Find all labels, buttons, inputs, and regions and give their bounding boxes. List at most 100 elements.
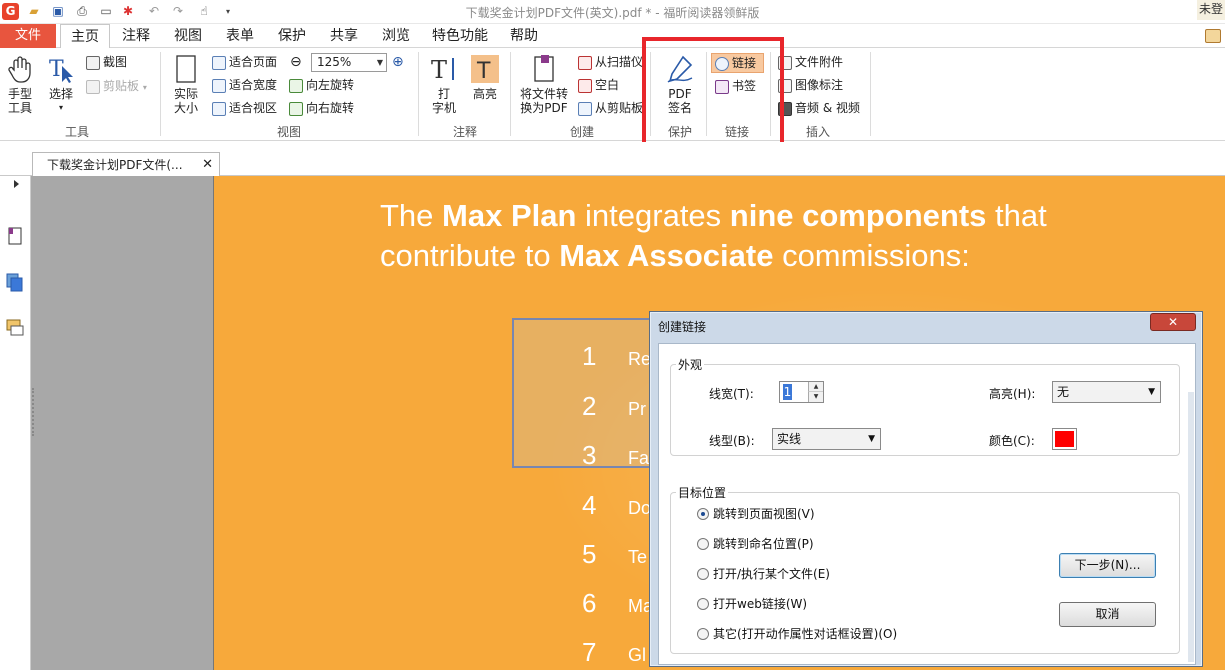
file-attachment-button[interactable]: 文件附件 <box>778 52 843 72</box>
audio-video-button[interactable]: 音频 & 视频 <box>778 98 860 118</box>
clipboard-button[interactable]: 剪贴板 ▾ <box>86 76 147 96</box>
expand-panel-icon[interactable] <box>14 180 19 188</box>
tab-share[interactable]: 共享 <box>320 24 368 48</box>
tab-view[interactable]: 视图 <box>164 24 212 48</box>
tab-form[interactable]: 表单 <box>216 24 264 48</box>
target-legend: 目标位置 <box>676 484 729 501</box>
screenshot-label: 截图 <box>103 55 128 69</box>
rotate-left-button[interactable]: 向左旋转 <box>289 75 354 95</box>
headline-text: commissions: <box>773 238 970 273</box>
item-number: 7 <box>582 637 597 667</box>
select-tool-button[interactable]: T 选择 ▾ <box>44 54 78 115</box>
line-width-value[interactable]: 1 <box>783 384 792 400</box>
radio-icon <box>697 537 709 550</box>
list-item: 2 Pr <box>582 391 646 422</box>
item-number: 6 <box>582 588 597 618</box>
dialog-scroll-strip <box>1188 392 1194 662</box>
create-link-dialog: 创建链接 ✕ 外观 线宽(T): 1 ▲ ▼ 高亮(H): 无 ▼ 线型(B): … <box>649 311 1203 667</box>
radio-web-link[interactable]: 打开web链接(W) <box>697 596 807 612</box>
actual-size-label: 实际 大小 <box>173 87 198 115</box>
typewriter-icon: T <box>431 56 454 84</box>
svg-text:T: T <box>49 57 64 82</box>
highlight-mode-select[interactable]: 无 ▼ <box>1052 381 1161 403</box>
tab-features[interactable]: 特色功能 <box>422 24 498 48</box>
radio-selected-icon <box>697 507 709 520</box>
from-scanner-button[interactable]: 从扫描仪 <box>578 52 643 72</box>
actual-size-button[interactable]: 实际 大小 <box>168 54 204 115</box>
group-label-view: 视图 <box>276 125 301 139</box>
radio-other-action[interactable]: 其它(打开动作属性对话框设置)(O) <box>697 626 897 642</box>
side-panel <box>31 176 214 670</box>
rotate-left-label: 向左旋转 <box>306 78 355 92</box>
select-dropdown-icon: ▾ <box>58 103 63 112</box>
hand-tool-button[interactable]: 手型 工具 <box>2 54 38 115</box>
tab-protect[interactable]: 保护 <box>268 24 316 48</box>
item-text: Pr <box>628 399 646 419</box>
audio-video-label: 音频 & 视频 <box>795 101 860 115</box>
ribbon-toolbar: 手型 工具 T 选择 ▾ 截图 剪贴板 ▾ 工具 实际 大小 适合页面 适合宽度… <box>0 48 1225 141</box>
list-item: 5 Te <box>582 539 647 570</box>
screenshot-button[interactable]: 截图 <box>86 52 127 72</box>
highlight-button[interactable]: T 高亮 <box>467 54 503 101</box>
pages-thumbnail-icon[interactable] <box>5 226 25 246</box>
fit-width-button[interactable]: 适合宽度 <box>212 75 277 95</box>
stepper-down-icon[interactable]: ▼ <box>808 392 823 402</box>
login-label[interactable]: 未登 <box>1197 0 1225 20</box>
rotate-right-button[interactable]: 向右旋转 <box>289 98 354 118</box>
tab-comment[interactable]: 注释 <box>112 24 160 48</box>
from-clipboard-button[interactable]: 从剪贴板 <box>578 98 643 118</box>
dialog-close-button[interactable]: ✕ <box>1150 313 1196 331</box>
convert-to-pdf-button[interactable]: 将文件转 换为PDF <box>516 54 572 115</box>
search-icon[interactable] <box>1205 29 1221 43</box>
radio-label: 打开/执行某个文件(E) <box>713 567 830 581</box>
radio-icon <box>697 567 709 580</box>
rotate-right-label: 向右旋转 <box>306 101 355 115</box>
callout-highlight-box <box>642 37 784 151</box>
clipboard-icon <box>86 79 100 94</box>
blank-button[interactable]: 空白 <box>578 75 619 95</box>
item-text: Te <box>628 547 648 567</box>
svg-text:T: T <box>476 59 491 84</box>
stepper-up-icon[interactable]: ▲ <box>808 382 823 392</box>
dialog-body: 外观 线宽(T): 1 ▲ ▼ 高亮(H): 无 ▼ 线型(B): 实线 ▼ 颜色(… <box>658 343 1196 665</box>
list-item: 6 Ma <box>582 588 653 619</box>
layers-icon[interactable] <box>5 272 25 292</box>
comments-icon[interactable] <box>5 318 25 338</box>
ribbon-tabs: 文件 主页 注释 视图 表单 保护 共享 浏览 特色功能 帮助 <box>0 24 1225 49</box>
radio-label: 其它(打开动作属性对话框设置)(O) <box>713 627 898 641</box>
tab-browse[interactable]: 浏览 <box>372 24 420 48</box>
fit-page-icon <box>212 55 226 70</box>
radio-label: 跳转到命名位置(P) <box>713 537 814 551</box>
separator <box>870 52 871 136</box>
panel-resize-grip[interactable] <box>32 388 35 436</box>
zoom-in-button[interactable]: ⊕ <box>392 52 404 72</box>
cancel-button[interactable]: 取消 <box>1059 602 1156 627</box>
line-width-stepper[interactable]: 1 ▲ ▼ <box>779 381 824 403</box>
fit-view-button[interactable]: 适合视区 <box>212 98 277 118</box>
radio-page-view[interactable]: 跳转到页面视图(V) <box>697 506 815 522</box>
headline-text: contribute to <box>380 238 560 273</box>
zoom-select[interactable]: 125% ▼ <box>311 53 387 72</box>
tab-help[interactable]: 帮助 <box>500 24 548 48</box>
image-annotation-button[interactable]: 图像标注 <box>778 75 843 95</box>
tab-file[interactable]: 文件 <box>0 24 56 48</box>
document-tab[interactable]: 下载奖金计划PDF文件(... ✕ <box>32 152 220 177</box>
typewriter-button[interactable]: T 打 字机 <box>426 54 462 115</box>
highlight-icon: T <box>471 55 499 84</box>
group-label-create: 创建 <box>569 125 594 139</box>
radio-named-destination[interactable]: 跳转到命名位置(P) <box>697 536 814 552</box>
convert-pdf-icon <box>534 55 554 82</box>
tab-home[interactable]: 主页 <box>60 24 110 49</box>
fit-page-button[interactable]: 适合页面 <box>212 52 277 72</box>
close-tab-icon[interactable]: ✕ <box>202 153 213 177</box>
document-tab-bar: 下载奖金计划PDF文件(... ✕ <box>0 142 1225 177</box>
line-style-select[interactable]: 实线 ▼ <box>772 428 881 450</box>
zoom-out-icon: ⊖ <box>290 54 302 70</box>
from-clipboard-label: 从剪贴板 <box>595 101 644 115</box>
separator <box>160 52 161 136</box>
zoom-out-button[interactable]: ⊖ <box>290 52 302 72</box>
color-picker[interactable] <box>1052 428 1077 450</box>
next-button[interactable]: 下一步(N)... <box>1059 553 1156 578</box>
radio-open-file[interactable]: 打开/执行某个文件(E) <box>697 566 830 582</box>
select-tool-label: 选择 <box>48 87 73 101</box>
